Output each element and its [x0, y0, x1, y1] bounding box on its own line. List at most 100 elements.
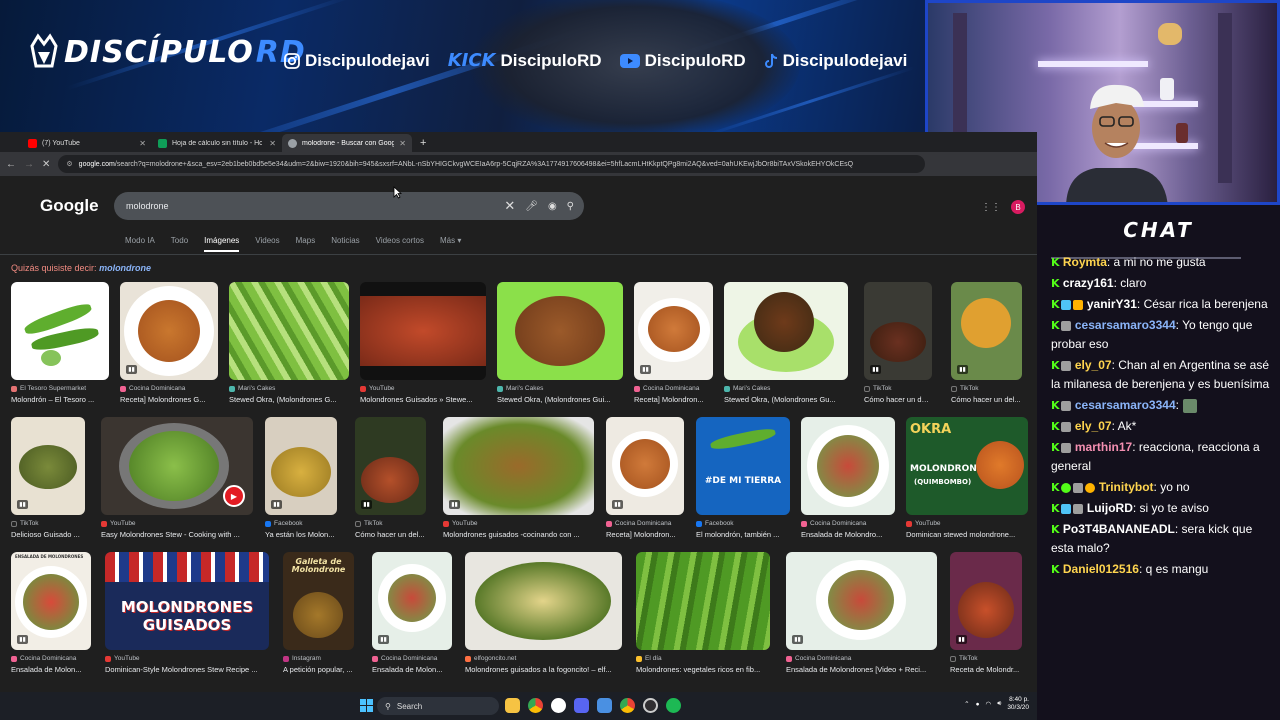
chrome-alt-icon[interactable]	[620, 698, 635, 713]
image-result[interactable]: OKRA MOLONDRONES (QUIMBOMBO) YouTube Dom…	[906, 417, 1028, 539]
lens-camera-icon[interactable]: ◉	[548, 201, 557, 212]
image-result[interactable]: ▮▮ Cocina Dominicana Ensalada de Molon..…	[372, 552, 452, 674]
image-result[interactable]: Mari's Cakes Stewed Okra, (Molondrones G…	[497, 282, 623, 404]
suggested-query-link[interactable]: molondrone	[99, 263, 151, 273]
google-logo[interactable]: Google	[40, 196, 99, 216]
windows-start-icon[interactable]	[360, 699, 373, 712]
image-result[interactable]: El Tesoro Supermarket Molondrón – El Tes…	[11, 282, 109, 404]
wifi-icon[interactable]: ◠	[986, 700, 992, 708]
result-title[interactable]: Dominican-Style Molondrones Stew Recipe …	[105, 665, 269, 674]
image-result[interactable]: Mari's Cakes Stewed Okra, (Molondrones G…	[724, 282, 848, 404]
overlay-text: (QUIMBOMBO)	[914, 478, 972, 486]
result-title[interactable]: Ya están los Molon...	[265, 530, 337, 539]
result-title[interactable]: Molondrones guisados -cocinando con ...	[443, 530, 594, 539]
clear-search-icon[interactable]: ✕	[504, 198, 515, 214]
browser-tab-youtube[interactable]: (7) YouTube ✕	[22, 134, 152, 152]
image-result[interactable]: ▮▮ TikTok Cómo hacer un del...	[864, 282, 932, 404]
result-title[interactable]: A petición popular, ...	[283, 665, 354, 674]
image-result[interactable]: ▮▮ YouTube Molondrones guisados -cocinan…	[443, 417, 594, 539]
result-title[interactable]: Molondrones Guisados » Stewe...	[360, 395, 486, 404]
browser-tab-sheets[interactable]: Hoja de cálculo sin título - Hoja ✕	[152, 134, 282, 152]
result-title[interactable]: Stewed Okra, (Molondrones Gu...	[724, 395, 848, 404]
browser-tab-google[interactable]: molodrone - Buscar con Googl ✕	[282, 134, 412, 152]
apps-grid-icon[interactable]: ⋮⋮	[981, 202, 1001, 213]
image-result[interactable]: Mari's Cakes Stewed Okra, (Molondrones G…	[229, 282, 349, 404]
result-title[interactable]: Ensalada de Molondrones [Video + Reci...	[786, 665, 937, 674]
tab-videos[interactable]: Videos	[255, 236, 279, 252]
image-result[interactable]: El día Molondrones: vegetales ricos en f…	[636, 552, 770, 674]
image-result[interactable]: Galleta de Molondrone Instagram A petici…	[283, 552, 354, 674]
close-tab-icon[interactable]: ✕	[269, 139, 276, 148]
image-result[interactable]: ▮▮ Cocina Dominicana Receta] Molondrones…	[120, 282, 218, 404]
stop-loading-icon[interactable]: ✕	[42, 159, 50, 170]
result-title[interactable]: Cómo hacer un del...	[864, 395, 932, 404]
image-result[interactable]: Cocina Dominicana Ensalada de Molondro..…	[801, 417, 895, 539]
result-title[interactable]: Dominican stewed molondrone...	[906, 530, 1028, 539]
microphone-icon[interactable]: 🎤︎	[525, 201, 538, 212]
image-result[interactable]: ▮▮ Cocina Dominicana Receta] Molondron..…	[606, 417, 684, 539]
spotify-icon[interactable]	[666, 698, 681, 713]
result-title[interactable]: Delicioso Guisado ...	[11, 530, 85, 539]
result-title[interactable]: Receta de Molondr...	[950, 665, 1022, 674]
tab-mas[interactable]: Más ▾	[440, 236, 461, 252]
result-title[interactable]: Receta] Molondrones G...	[120, 395, 218, 404]
image-result[interactable]: ▮▮ TikTok Cómo hacer un del...	[355, 417, 426, 539]
result-title[interactable]: Ensalada de Molondro...	[801, 530, 895, 539]
result-title[interactable]: Molondrón – El Tesoro ...	[11, 395, 109, 404]
result-title[interactable]: Stewed Okra, (Molondrones G...	[229, 395, 349, 404]
result-title[interactable]: Receta] Molondron...	[606, 530, 684, 539]
result-title[interactable]: Receta] Molondron...	[634, 395, 713, 404]
result-title[interactable]: Molondrones: vegetales ricos en fib...	[636, 665, 770, 674]
result-title[interactable]: Easy Molondrones Stew - Cooking with ...	[101, 530, 253, 539]
volume-icon[interactable]: 🔊︎	[997, 700, 1001, 708]
image-result[interactable]: YouTube Molondrones Guisados » Stewe...	[360, 282, 486, 404]
result-title[interactable]: Ensalada de Molon...	[11, 665, 91, 674]
result-title[interactable]: Molondrones guisados a la fogoncito! – e…	[465, 665, 622, 674]
tab-noticias[interactable]: Noticias	[331, 236, 359, 252]
image-result[interactable]: elfogoncito.net Molondrones guisados a l…	[465, 552, 622, 674]
chat-username: LuijoRD	[1086, 501, 1133, 515]
new-tab-button[interactable]: +	[420, 137, 426, 149]
image-result[interactable]: ▮▮ Cocina Dominicana Ensalada de Molondr…	[786, 552, 937, 674]
chevron-up-icon[interactable]: ⌃	[964, 700, 969, 708]
result-title[interactable]: El molondrón, también ...	[696, 530, 790, 539]
file-explorer-icon[interactable]	[505, 698, 520, 713]
close-tab-icon[interactable]: ✕	[139, 139, 146, 148]
image-result[interactable]: ▮▮ TikTok Receta de Molondr...	[950, 552, 1022, 674]
forward-arrow-icon[interactable]: →	[24, 159, 34, 170]
result-title[interactable]: Cómo hacer un del...	[355, 530, 426, 539]
tab-imagenes[interactable]: Imágenes	[204, 236, 240, 252]
site-info-icon[interactable]: ⚙	[66, 160, 72, 168]
image-result[interactable]: ▶ YouTube Easy Molondrones Stew - Cookin…	[101, 417, 253, 539]
tab-todo[interactable]: Todo	[171, 236, 188, 252]
taskbar-search[interactable]: ⚲ Search	[377, 697, 499, 715]
url-path: /search?q=molodrone+&sca_esv=2eb1beb0bd5…	[114, 160, 854, 168]
url-field[interactable]: ⚙ google.com/search?q=molodrone+&sca_esv…	[58, 155, 925, 173]
gift-badge-icon	[1072, 503, 1083, 514]
image-result[interactable]: ▮▮ TikTok Delicioso Guisado ...	[11, 417, 85, 539]
microphone-icon[interactable]: ●	[976, 701, 980, 708]
discord-icon[interactable]	[574, 698, 589, 713]
image-result[interactable]: ENSALADA DE MOLONDRONES ▮▮ Cocina Domini…	[11, 552, 91, 674]
chrome-icon[interactable]	[528, 698, 543, 713]
image-result[interactable]: ▮▮ TikTok Cómo hacer un del...	[951, 282, 1022, 404]
tab-videos-cortos[interactable]: Videos cortos	[376, 236, 424, 252]
image-result[interactable]: #DE MI TIERRA Facebook El molondrón, tam…	[696, 417, 790, 539]
result-title[interactable]: Ensalada de Molon...	[372, 665, 452, 674]
result-title[interactable]: Cómo hacer un del...	[951, 395, 1022, 404]
image-result[interactable]: ▮▮ Cocina Dominicana Receta] Molondron..…	[634, 282, 713, 404]
image-result[interactable]: MOLONDRONES GUISADOS YouTube Dominican-S…	[105, 552, 269, 674]
back-arrow-icon[interactable]: ←	[6, 159, 16, 170]
account-avatar[interactable]: B	[1011, 200, 1025, 214]
tab-maps[interactable]: Maps	[296, 236, 316, 252]
tab-modo-ia[interactable]: Modo IA	[125, 236, 155, 252]
search-input[interactable]: molodrone ✕ 🎤︎ ◉ ⚲	[114, 192, 584, 220]
obs-icon[interactable]	[643, 698, 658, 713]
taskbar-clock[interactable]: 8:40 p. 30/3/20	[1007, 696, 1029, 712]
chatgpt-icon[interactable]	[551, 698, 566, 713]
result-title[interactable]: Stewed Okra, (Molondrones Gui...	[497, 395, 623, 404]
search-icon[interactable]: ⚲	[567, 201, 574, 212]
close-tab-icon[interactable]: ✕	[399, 139, 406, 148]
app-icon[interactable]	[597, 698, 612, 713]
image-result[interactable]: ▮▮ Facebook Ya están los Molon...	[265, 417, 337, 539]
